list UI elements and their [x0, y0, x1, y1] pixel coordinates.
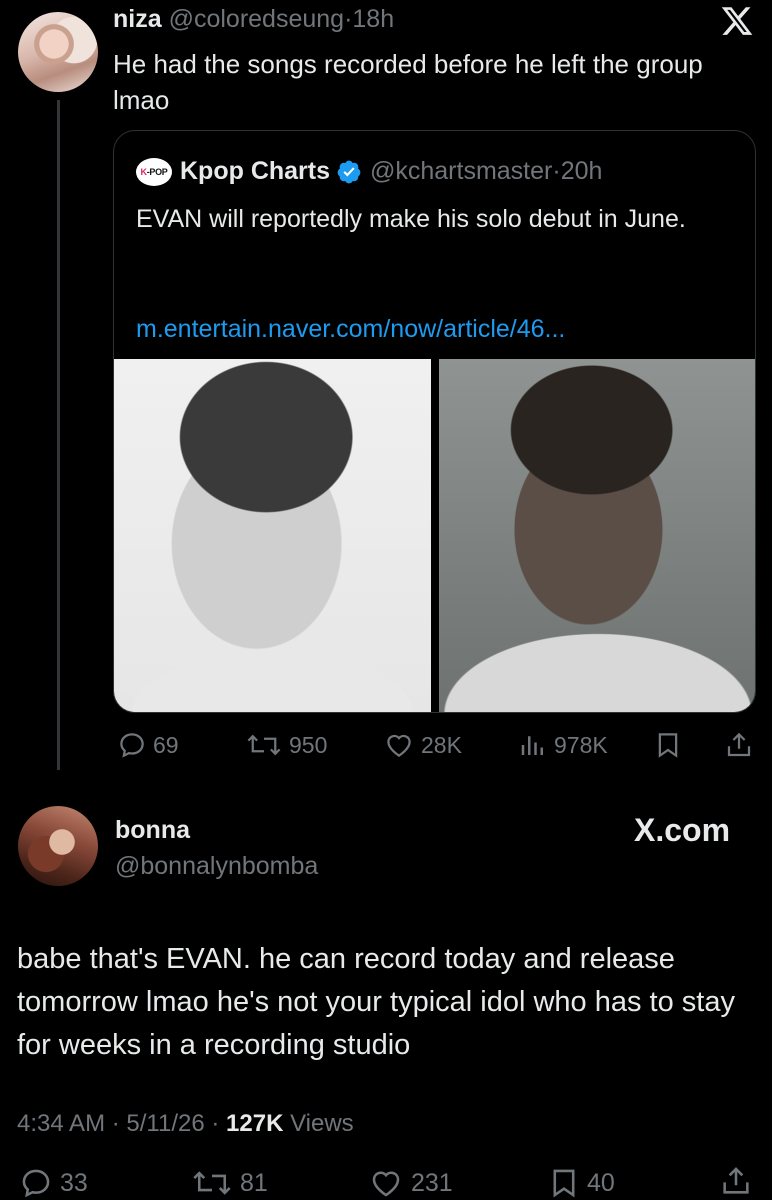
post-views-label: Views: [290, 1110, 354, 1137]
quote-time[interactable]: 20h: [561, 157, 603, 186]
separator-dot: ·: [211, 1110, 220, 1137]
post-time[interactable]: 4:34 AM: [17, 1110, 105, 1137]
reply-author-name[interactable]: bonna: [115, 816, 190, 845]
quote-photo-right[interactable]: [439, 359, 755, 712]
repost-button[interactable]: 950: [245, 730, 327, 760]
reply-icon: [120, 733, 144, 758]
post-date[interactable]: 5/11/26: [126, 1110, 204, 1137]
article-link[interactable]: m.entertain.naver.com/now/article/46...: [136, 315, 565, 344]
post-views-count: 127K: [226, 1110, 284, 1137]
author-handle[interactable]: @coloredseung: [169, 5, 345, 33]
share-button[interactable]: [723, 730, 755, 760]
bookmark-icon: [658, 733, 678, 758]
bookmark-count: 40: [587, 1168, 615, 1197]
reply-button[interactable]: 69: [117, 730, 179, 760]
x-logo-icon: [721, 7, 753, 35]
bookmark-button[interactable]: 40: [547, 1166, 615, 1200]
quoted-tweet[interactable]: K-POP Kpop Charts @kchartsmaster · 20h EVA…: [113, 130, 756, 713]
verified-badge-icon: [337, 160, 361, 183]
share-button[interactable]: [718, 1164, 754, 1198]
like-button[interactable]: 28K: [383, 730, 462, 760]
share-icon: [723, 1167, 749, 1194]
reply-text: babe that's EVAN. he can record today an…: [17, 943, 735, 1061]
separator-dot: ·: [111, 1110, 120, 1137]
quote-text: EVAN will reportedly make his solo debut…: [136, 205, 686, 233]
repost-icon: [247, 734, 281, 756]
kpop-charts-logo[interactable]: K-POP: [136, 157, 172, 186]
tweet-time[interactable]: 18h: [352, 5, 394, 33]
bookmark-button[interactable]: [653, 730, 683, 760]
reply-count: 69: [153, 731, 179, 758]
share-icon: [727, 732, 751, 757]
views-count: 978K: [554, 731, 608, 758]
heart-icon: [372, 1171, 400, 1197]
quote-author-name[interactable]: Kpop Charts: [180, 157, 330, 186]
repost-count: 81: [240, 1168, 268, 1197]
quote-photo-left[interactable]: [114, 359, 431, 712]
niza-avatar[interactable]: [18, 12, 98, 92]
like-button[interactable]: 231: [367, 1166, 453, 1200]
tweet-text: He had the songs recorded before he left…: [113, 49, 703, 115]
bookmark-icon: [553, 1169, 575, 1198]
quote-author-handle[interactable]: @kchartsmaster: [370, 157, 552, 186]
repost-button[interactable]: 81: [190, 1166, 268, 1200]
repost-count: 950: [289, 731, 328, 758]
views-button[interactable]: 978K: [518, 730, 608, 760]
like-count: 28K: [421, 731, 462, 758]
analytics-icon: [521, 736, 543, 755]
reply-author-handle[interactable]: @bonnalynbomba: [115, 852, 318, 881]
thread-line: [57, 100, 60, 770]
quote-header: K-POP Kpop Charts @kchartsmaster · 20h: [136, 157, 602, 186]
xcom-watermark: X.com: [634, 812, 731, 848]
author-name[interactable]: niza: [113, 5, 162, 33]
heart-icon: [387, 734, 411, 757]
reply-button[interactable]: 33: [18, 1166, 88, 1200]
like-count: 231: [411, 1168, 453, 1197]
reply-meta: 4:34 AM · 5/11/26 · 127K Views: [17, 1110, 354, 1138]
bonna-avatar[interactable]: [18, 806, 98, 886]
reply-icon: [22, 1169, 50, 1198]
tweet-header: niza @coloredseung·18h: [113, 5, 394, 34]
separator-dot: ·: [552, 157, 561, 185]
repost-icon: [193, 1171, 231, 1195]
reply-count: 33: [60, 1168, 88, 1197]
